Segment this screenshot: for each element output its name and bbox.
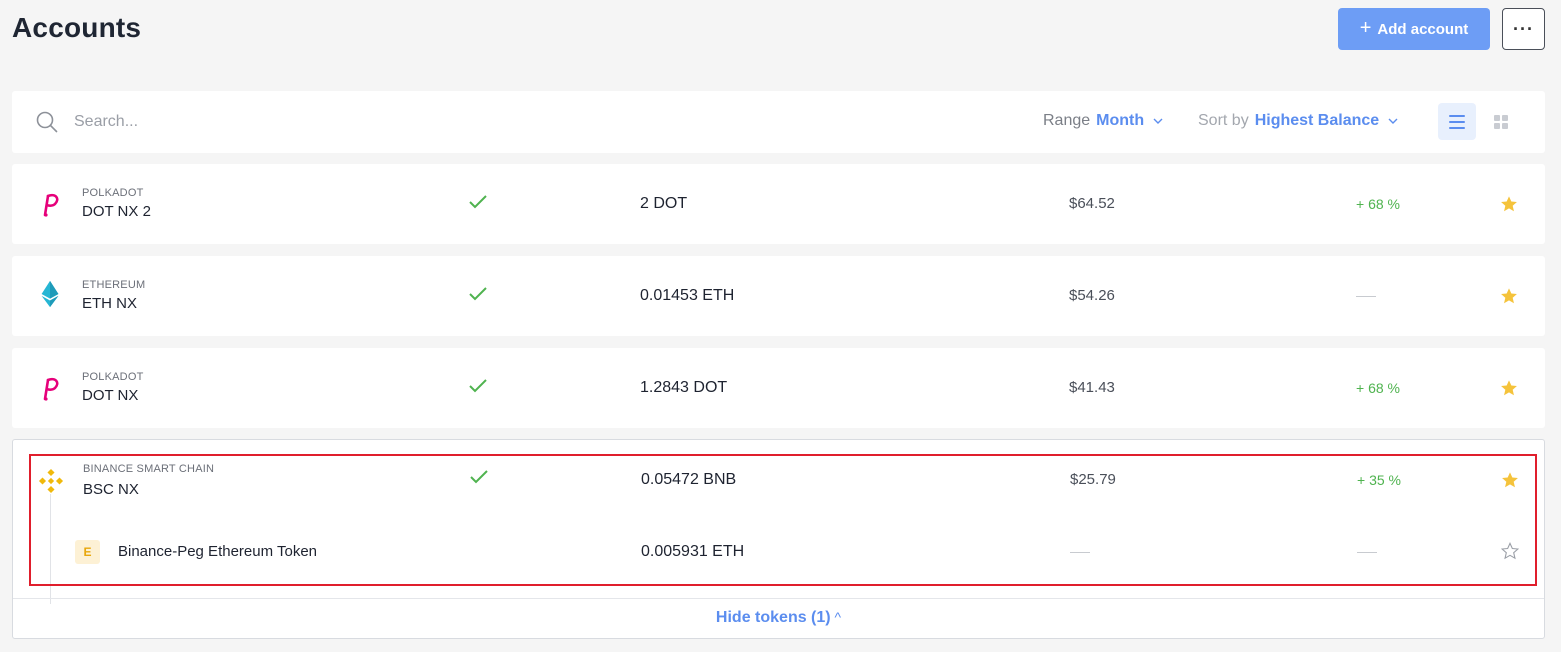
search-input[interactable] bbox=[74, 110, 474, 134]
binance-icon bbox=[38, 468, 64, 494]
account-network: BINANCE SMART CHAIN bbox=[83, 463, 215, 475]
list-view-toggle[interactable] bbox=[1438, 103, 1476, 140]
token-amount: 0.005931 ETH bbox=[641, 543, 745, 560]
ethereum-icon bbox=[41, 280, 59, 308]
sort-dropdown[interactable]: Sort by Highest Balance bbox=[1198, 112, 1399, 130]
page-title: Accounts bbox=[12, 12, 142, 43]
grid-view-toggle[interactable] bbox=[1490, 111, 1512, 133]
check-icon bbox=[469, 287, 487, 301]
account-fiat-value: $54.26 bbox=[1069, 287, 1115, 304]
check-icon bbox=[469, 195, 487, 209]
account-row[interactable]: POLKADOT DOT NX 1.2843 DOT $41.43 + 68 % bbox=[12, 348, 1545, 428]
polkadot-icon bbox=[43, 193, 59, 217]
divider bbox=[13, 598, 1544, 599]
add-account-label: Add account bbox=[1377, 20, 1469, 38]
range-value: Month bbox=[1096, 112, 1145, 129]
chevron-down-icon bbox=[1388, 118, 1398, 124]
grid-icon bbox=[1494, 115, 1508, 129]
account-fiat-value: $25.79 bbox=[1070, 471, 1116, 488]
account-amount: 0.01453 ETH bbox=[640, 287, 735, 304]
highlight-box bbox=[29, 454, 1537, 586]
chevron-down-icon bbox=[1153, 118, 1163, 124]
account-fiat-value: $41.43 bbox=[1069, 379, 1115, 396]
chevron-up-icon: ^ bbox=[830, 609, 842, 625]
plus-icon: + bbox=[1359, 17, 1372, 39]
change-empty-dash bbox=[1356, 296, 1376, 297]
account-amount: 0.05472 BNB bbox=[641, 471, 737, 488]
account-name: DOT NX bbox=[82, 387, 139, 404]
account-change: + 35 % bbox=[1357, 472, 1401, 488]
hide-tokens-label: Hide tokens (1) bbox=[715, 609, 831, 626]
range-dropdown[interactable]: Range Month bbox=[1043, 112, 1164, 130]
fiat-empty-dash bbox=[1070, 552, 1090, 553]
token-tree-line bbox=[50, 494, 51, 604]
hide-tokens-button[interactable]: Hide tokens (1) ^ bbox=[13, 609, 1544, 627]
star-icon[interactable] bbox=[1500, 287, 1518, 305]
account-name: DOT NX 2 bbox=[82, 203, 151, 220]
account-amount: 2 DOT bbox=[640, 195, 688, 212]
account-amount: 1.2843 DOT bbox=[640, 379, 728, 396]
change-empty-dash bbox=[1357, 552, 1377, 553]
sort-value: Highest Balance bbox=[1254, 112, 1380, 129]
check-icon bbox=[470, 470, 488, 484]
account-network: POLKADOT bbox=[82, 371, 144, 383]
account-network: ETHEREUM bbox=[82, 279, 146, 291]
account-change: + 68 % bbox=[1356, 380, 1400, 396]
account-name: BSC NX bbox=[83, 481, 139, 498]
check-icon bbox=[469, 379, 487, 393]
account-card-expanded: BINANCE SMART CHAIN BSC NX 0.05472 BNB $… bbox=[12, 439, 1545, 639]
account-fiat-value: $64.52 bbox=[1069, 195, 1115, 212]
search-icon bbox=[36, 111, 58, 133]
star-icon[interactable] bbox=[1500, 195, 1518, 213]
account-row[interactable]: ETHEREUM ETH NX 0.01453 ETH $54.26 bbox=[12, 256, 1545, 336]
account-network: POLKADOT bbox=[82, 187, 144, 199]
add-account-button[interactable]: + Add account bbox=[1338, 8, 1490, 50]
star-icon[interactable] bbox=[1501, 471, 1519, 489]
star-outline-icon[interactable] bbox=[1501, 542, 1519, 560]
accounts-toolbar: Range Month Sort by Highest Balance bbox=[12, 91, 1545, 153]
star-icon[interactable] bbox=[1500, 379, 1518, 397]
range-label: Range bbox=[1043, 112, 1091, 129]
account-change: + 68 % bbox=[1356, 196, 1400, 212]
more-icon: ··· bbox=[1513, 18, 1534, 39]
token-badge: E bbox=[75, 540, 100, 564]
polkadot-icon bbox=[43, 377, 59, 401]
account-row[interactable]: POLKADOT DOT NX 2 2 DOT $64.52 + 68 % bbox=[12, 164, 1545, 244]
sort-label: Sort by bbox=[1198, 112, 1249, 129]
more-options-button[interactable]: ··· bbox=[1502, 8, 1545, 50]
account-name: ETH NX bbox=[82, 295, 138, 312]
token-name: Binance-Peg Ethereum Token bbox=[118, 543, 318, 560]
list-icon bbox=[1449, 114, 1465, 129]
